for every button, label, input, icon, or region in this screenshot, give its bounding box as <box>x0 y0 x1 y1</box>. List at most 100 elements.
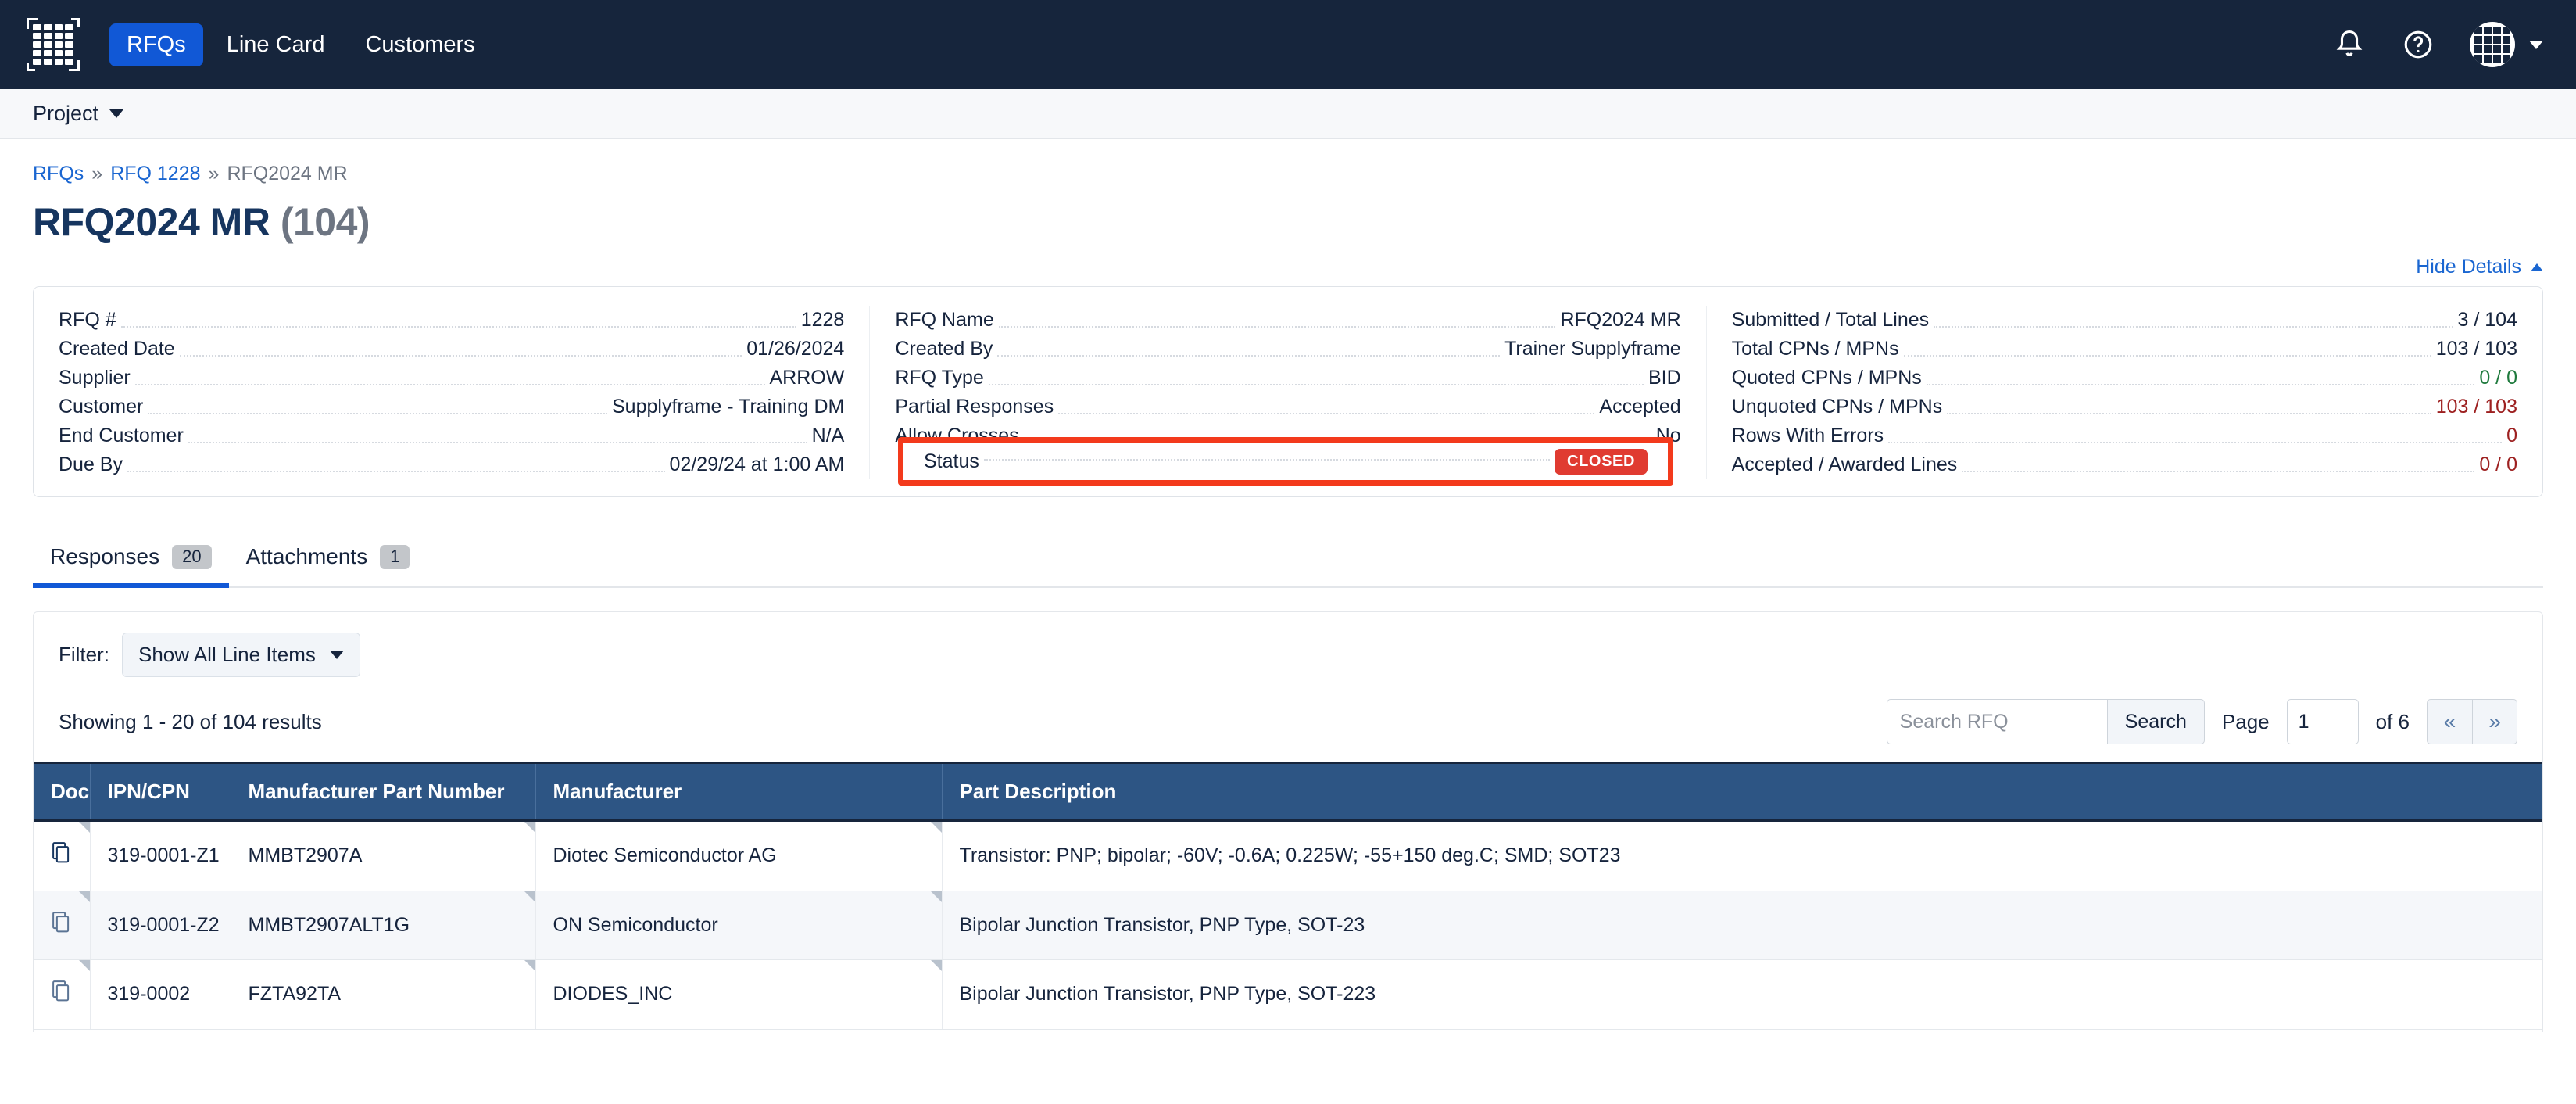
primary-nav: RFQs Line Card Customers <box>109 23 492 66</box>
rfq-details-panel: RFQ # 1228 Created Date 01/26/2024 Suppl… <box>33 286 2543 497</box>
column-header-doc[interactable]: Doc <box>34 762 91 822</box>
cell-doc[interactable] <box>34 891 91 960</box>
cell-ipn-cpn[interactable]: 319-0002 <box>90 959 231 1030</box>
filter-bar: Filter: Show All Line Items <box>34 612 2542 694</box>
breadcrumb-separator: » <box>91 163 103 185</box>
breadcrumb-item-rfq-1228[interactable]: RFQ 1228 <box>110 163 200 185</box>
detail-label: Supplier <box>59 367 131 389</box>
avatar <box>2470 22 2515 67</box>
detail-label: RFQ Type <box>895 367 984 389</box>
cell-manufacturer[interactable]: Diotec Semiconductor AG <box>535 820 943 891</box>
next-page-button[interactable]: » <box>2472 699 2517 744</box>
detail-dot-leader <box>1962 471 2475 472</box>
detail-row-customer: Customer Supplyframe - Training DM <box>59 392 844 421</box>
detail-row-status: Status CLOSED <box>924 447 1648 476</box>
detail-dot-leader <box>983 459 1551 461</box>
detail-label: Partial Responses <box>895 396 1054 418</box>
cell-ipn-cpn[interactable]: 319-0001-Z2 <box>90 891 231 960</box>
pagination-controls: Search Page of 6 « » <box>1886 699 2517 744</box>
column-header-ipn-cpn[interactable]: IPN/CPN <box>90 762 231 822</box>
bell-icon[interactable] <box>2332 27 2367 62</box>
search-button[interactable]: Search <box>2106 699 2205 744</box>
cell-doc[interactable] <box>34 820 91 891</box>
table-row[interactable]: 319-0002 FZTA92TA DIODES_INC Bipolar Jun… <box>34 959 2542 1030</box>
detail-row-due-by: Due By 02/29/24 at 1:00 AM <box>59 450 844 479</box>
detail-value: Supplyframe - Training DM <box>612 396 845 418</box>
nav-item-line-card[interactable]: Line Card <box>209 23 342 66</box>
tab-label: Attachments <box>245 544 368 568</box>
hide-details-toggle[interactable]: Hide Details <box>2416 256 2543 278</box>
cell-mpn[interactable]: MMBT2907ALT1G <box>231 891 536 960</box>
detail-label: End Customer <box>59 425 184 446</box>
detail-dot-leader <box>1934 326 2453 328</box>
chevron-down-icon <box>329 651 344 659</box>
detail-label: Status <box>924 450 979 472</box>
detail-label: Created Date <box>59 338 175 360</box>
tab-attachments[interactable]: Attachments 1 <box>229 533 428 588</box>
page-title: RFQ2024 MR (104) <box>33 199 2543 245</box>
status-badge: CLOSED <box>1555 448 1648 475</box>
detail-label: Submitted / Total Lines <box>1731 309 1930 331</box>
copy-document-icon[interactable] <box>51 841 74 867</box>
responses-panel: Filter: Show All Line Items Showing 1 - … <box>33 611 2543 1032</box>
copy-document-icon[interactable] <box>51 979 74 1005</box>
account-menu[interactable] <box>2470 22 2543 67</box>
detail-dot-leader <box>1903 355 2431 357</box>
detail-label: Created By <box>895 338 993 360</box>
detail-value: 02/29/24 at 1:00 AM <box>669 453 845 475</box>
top-navigation-bar: RFQs Line Card Customers <box>0 0 2576 89</box>
detail-dot-leader <box>997 355 1501 357</box>
detail-value: 0 / 0 <box>2479 453 2517 475</box>
nav-item-rfqs[interactable]: RFQs <box>109 23 203 66</box>
copy-document-icon[interactable] <box>51 910 74 937</box>
cell-mpn[interactable]: FZTA92TA <box>231 959 536 1030</box>
detail-label: Customer <box>59 396 144 418</box>
breadcrumb-item-rfqs[interactable]: RFQs <box>33 163 84 185</box>
search-group: Search <box>1886 699 2205 744</box>
filter-label: Filter: <box>59 643 109 666</box>
detail-dot-leader <box>1888 442 2503 443</box>
column-header-manufacturer[interactable]: Manufacturer <box>535 762 943 822</box>
search-input[interactable] <box>1886 699 2107 744</box>
cell-manufacturer[interactable]: DIODES_INC <box>535 959 943 1030</box>
grid-logo-icon[interactable] <box>27 18 80 71</box>
column-header-manufacturer-part-number[interactable]: Manufacturer Part Number <box>231 762 536 822</box>
detail-dot-leader <box>120 326 796 328</box>
column-header-part-description[interactable]: Part Description <box>942 762 2542 822</box>
status-highlight-box: Status CLOSED <box>898 437 1673 486</box>
page-number-input[interactable] <box>2286 699 2359 744</box>
detail-value: 3 / 104 <box>2457 309 2517 331</box>
detail-row-quoted-cpns-mpns: Quoted CPNs / MPNs 0 / 0 <box>1732 364 2517 392</box>
cell-part-description[interactable]: Transistor: PNP; bipolar; -60V; -0.6A; 0… <box>942 820 2542 891</box>
detail-dot-leader <box>1926 384 2475 385</box>
tab-responses[interactable]: Responses 20 <box>33 533 229 588</box>
cell-manufacturer[interactable]: ON Semiconductor <box>535 891 943 960</box>
detail-dot-leader <box>134 384 765 385</box>
detail-dot-leader <box>1947 413 2431 414</box>
project-bar: Project <box>0 89 2576 139</box>
detail-row-rfq-name: RFQ Name RFQ2024 MR <box>895 306 1680 335</box>
project-selector[interactable]: Project <box>33 102 124 126</box>
cell-ipn-cpn[interactable]: 319-0001-Z1 <box>90 820 231 891</box>
detail-row-rfq-type: RFQ Type BID <box>895 364 1680 392</box>
details-column-1: RFQ # 1228 Created Date 01/26/2024 Suppl… <box>34 306 869 479</box>
detail-value: Accepted <box>1599 396 1681 418</box>
table-row[interactable]: 319-0001-Z1 MMBT2907A Diotec Semiconduct… <box>34 820 2542 891</box>
detail-row-created-by: Created By Trainer Supplyframe <box>895 335 1680 364</box>
detail-value: 103 / 103 <box>2435 338 2517 360</box>
cell-part-description[interactable]: Bipolar Junction Transistor, PNP Type, S… <box>942 959 2542 1030</box>
previous-page-button[interactable]: « <box>2427 699 2472 744</box>
question-circle-icon[interactable] <box>2401 27 2435 62</box>
filter-select[interactable]: Show All Line Items <box>122 633 360 677</box>
detail-value: N/A <box>811 425 845 446</box>
cell-mpn[interactable]: MMBT2907A <box>231 820 536 891</box>
cell-part-description[interactable]: Bipolar Junction Transistor, PNP Type, S… <box>942 891 2542 960</box>
cell-doc[interactable] <box>34 959 91 1030</box>
detail-value: RFQ2024 MR <box>1560 309 1681 331</box>
detail-value: Trainer Supplyframe <box>1504 338 1681 360</box>
responses-table: Doc IPN/CPN Manufacturer Part Number Man… <box>34 762 2542 1030</box>
detail-dot-leader <box>1058 413 1595 414</box>
table-row[interactable]: 319-0001-Z2 MMBT2907ALT1G ON Semiconduct… <box>34 891 2542 960</box>
nav-item-customers[interactable]: Customers <box>348 23 492 66</box>
results-bar: Showing 1 - 20 of 104 results Search Pag… <box>34 694 2542 762</box>
